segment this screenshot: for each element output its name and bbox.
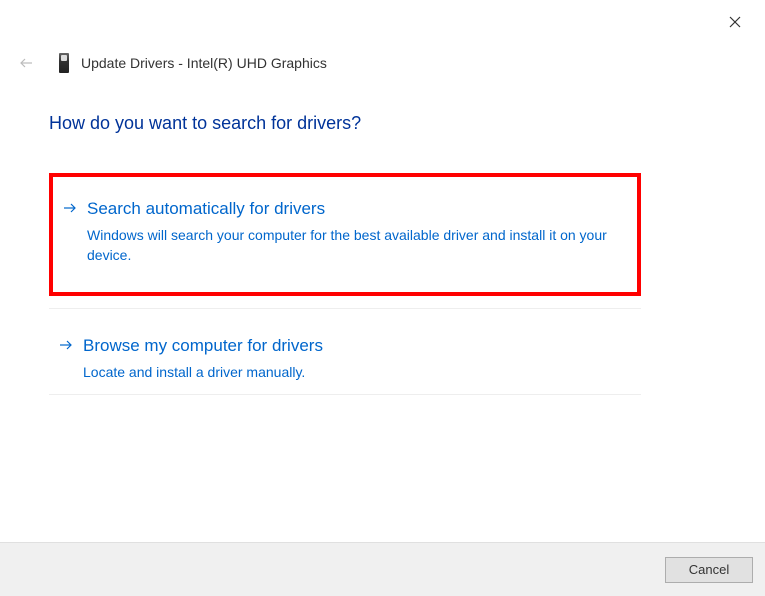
arrow-right-icon	[63, 202, 77, 214]
arrow-left-icon	[19, 57, 33, 69]
dialog-footer: Cancel	[0, 542, 765, 596]
arrow-right-icon	[59, 339, 73, 351]
close-button[interactable]	[727, 14, 743, 30]
divider	[49, 308, 641, 309]
option-description: Windows will search your computer for th…	[87, 225, 625, 266]
option-title: Browse my computer for drivers	[83, 336, 641, 356]
dialog-title: Update Drivers - Intel(R) UHD Graphics	[81, 55, 327, 71]
cancel-button[interactable]: Cancel	[665, 557, 753, 583]
option-description: Locate and install a driver manually.	[83, 362, 641, 382]
option-search-automatically[interactable]: Search automatically for drivers Windows…	[49, 173, 641, 296]
option-browse-computer[interactable]: Browse my computer for drivers Locate an…	[49, 314, 641, 404]
divider	[49, 394, 641, 395]
back-button[interactable]	[19, 56, 33, 70]
device-icon	[57, 52, 71, 74]
dialog-header: Update Drivers - Intel(R) UHD Graphics	[19, 52, 327, 74]
option-title: Search automatically for drivers	[87, 199, 625, 219]
page-heading: How do you want to search for drivers?	[49, 113, 361, 134]
close-icon	[729, 16, 741, 28]
